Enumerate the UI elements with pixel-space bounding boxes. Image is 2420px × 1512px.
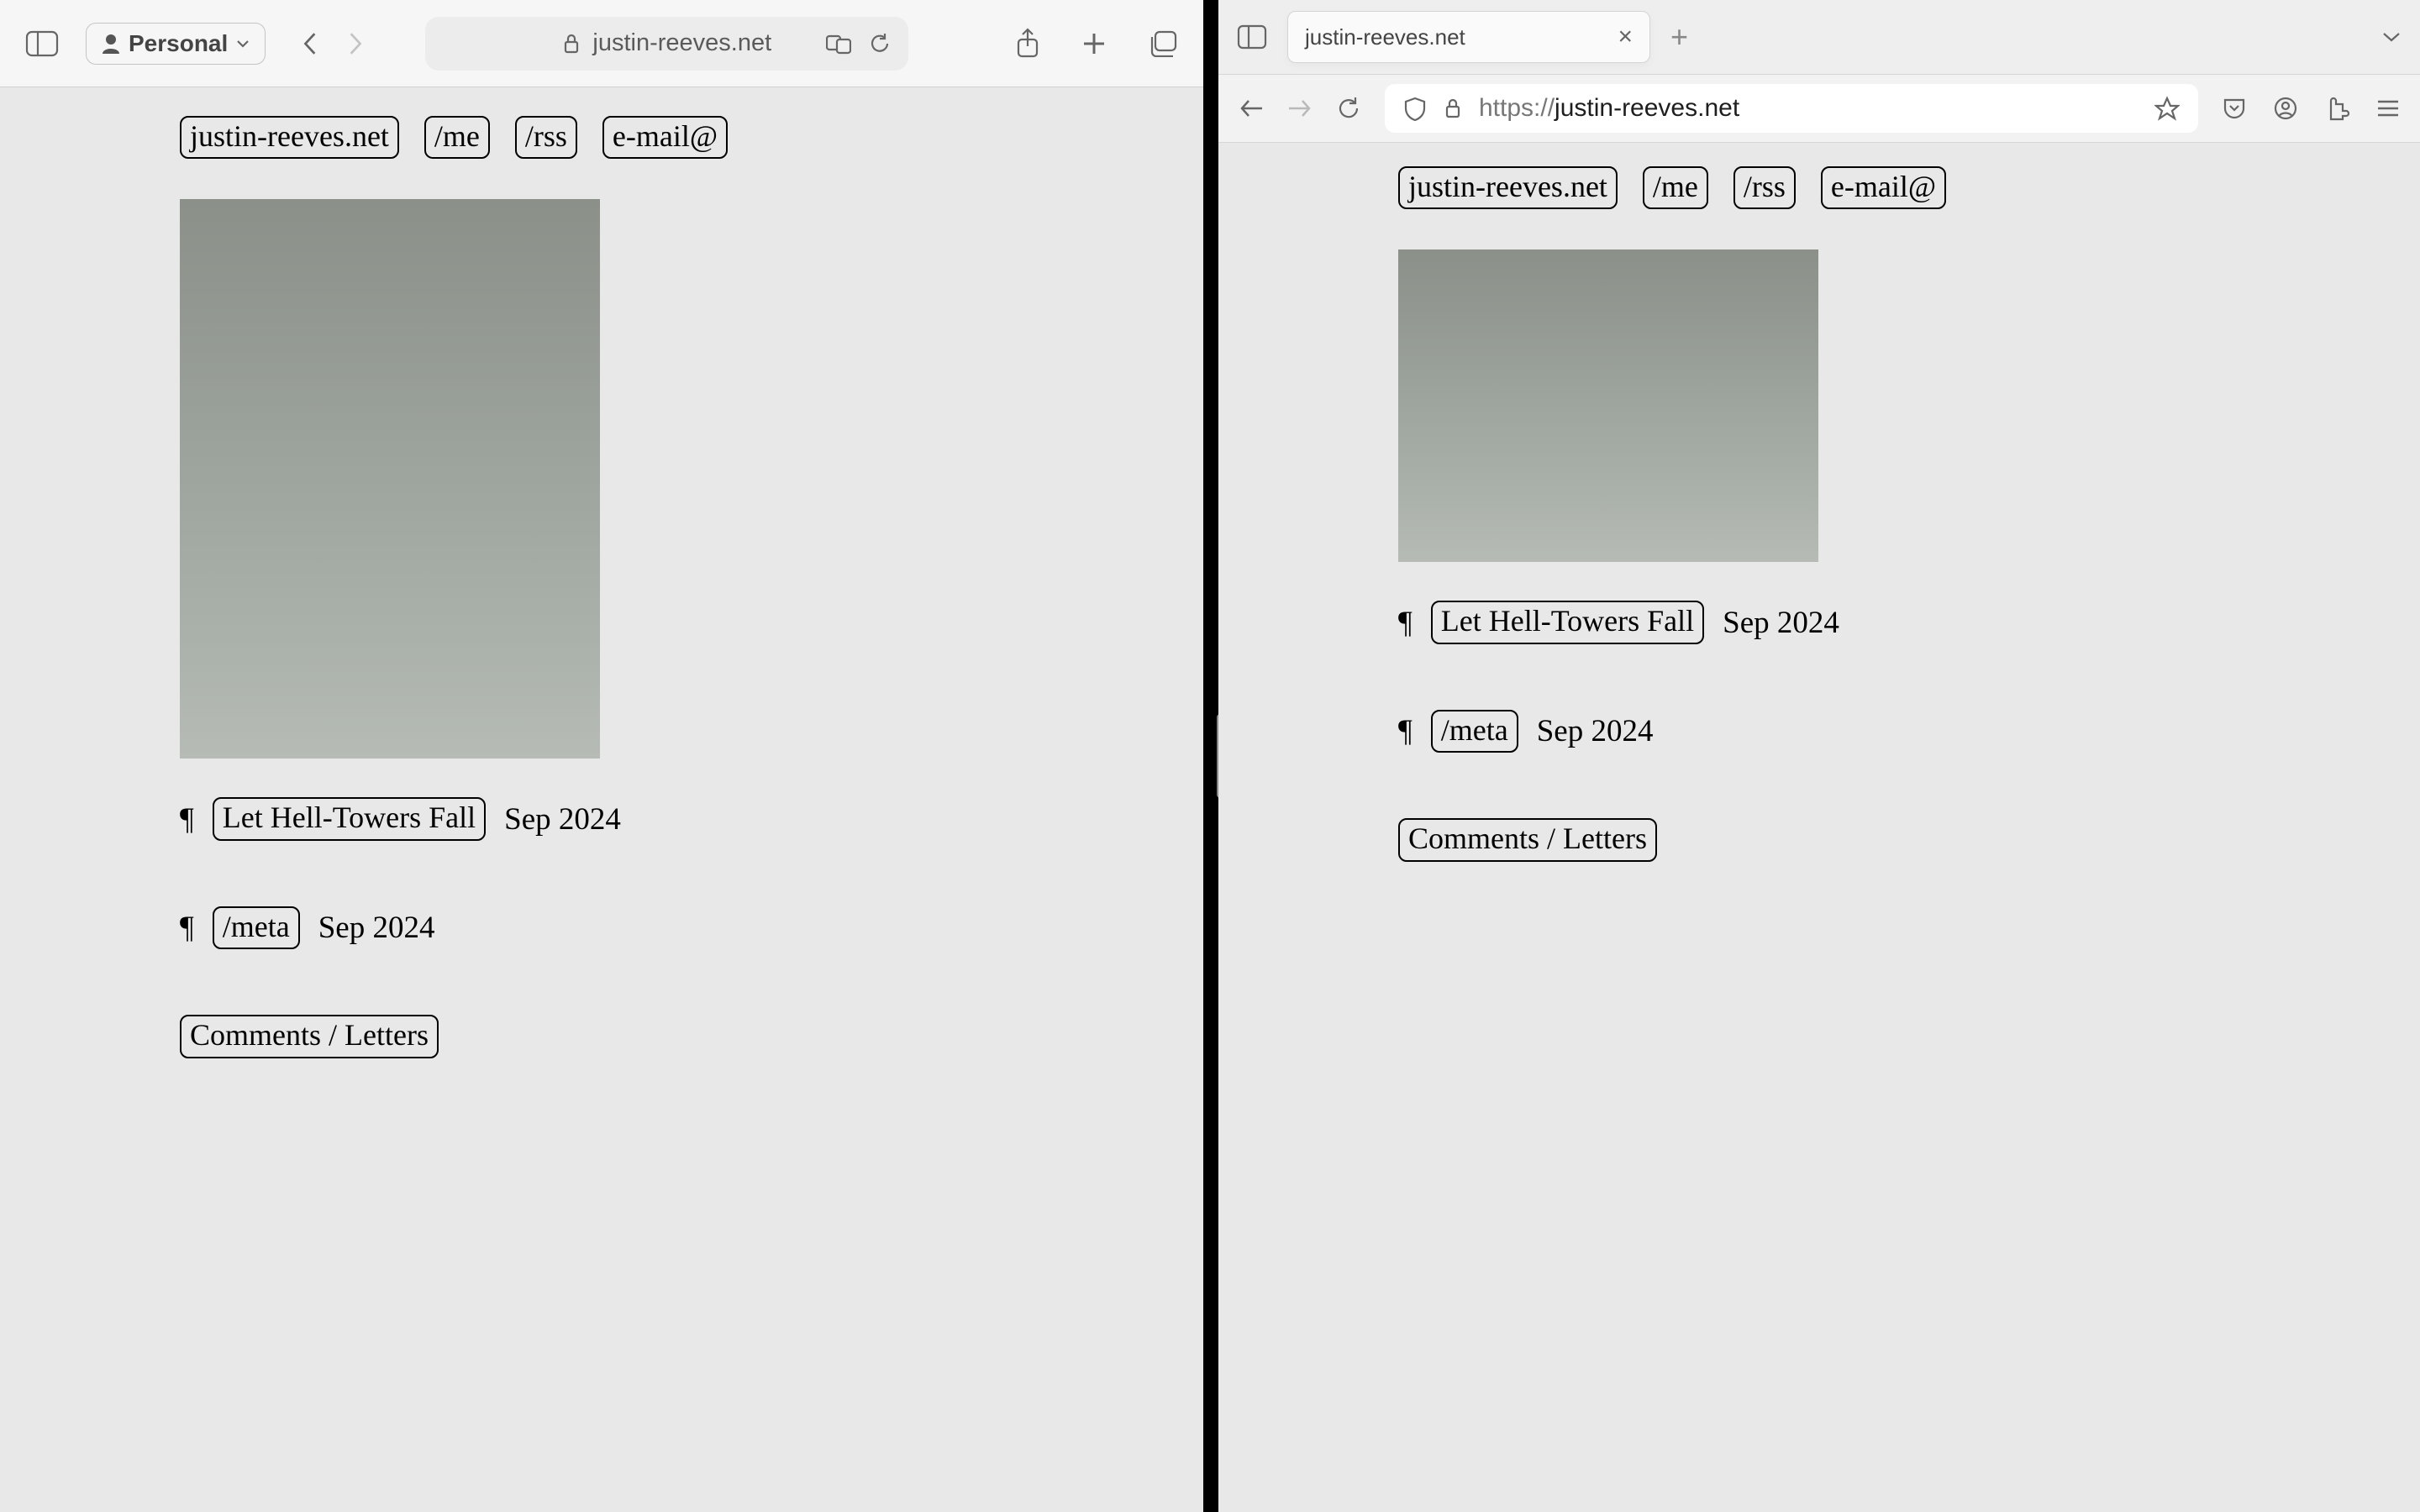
pilcrow-icon: ¶	[1398, 605, 1413, 641]
sidebar-toggle-icon[interactable]	[1237, 24, 1267, 50]
pilcrow-icon: ¶	[180, 801, 194, 837]
new-tab-icon[interactable]	[1081, 30, 1107, 57]
lock-icon	[1444, 97, 1462, 119]
nav-link-me[interactable]: /me	[1643, 166, 1708, 209]
safari-toolbar: Personal justin-reeves.net	[0, 0, 1203, 87]
browser-tab[interactable]: justin-reeves.net ×	[1287, 11, 1650, 63]
reload-icon[interactable]	[1336, 96, 1361, 121]
post-date: Sep 2024	[504, 801, 621, 837]
post-date: Sep 2024	[1537, 713, 1654, 749]
account-icon[interactable]	[2274, 97, 2297, 120]
hero-image	[1398, 249, 1818, 562]
share-icon[interactable]	[1015, 28, 1040, 60]
shield-icon	[1403, 96, 1427, 121]
comments-link[interactable]: Comments / Letters	[1398, 818, 1657, 861]
new-tab-button[interactable]: +	[1670, 19, 1688, 55]
post-entry: ¶ Let Hell-Towers Fall Sep 2024	[180, 797, 1180, 840]
forward-button[interactable]	[348, 30, 365, 57]
profile-selector[interactable]: Personal	[86, 23, 266, 65]
safari-window: Personal justin-reeves.net	[0, 0, 1203, 1512]
pilcrow-icon: ¶	[1398, 713, 1413, 749]
nav-link-home[interactable]: justin-reeves.net	[1398, 166, 1618, 209]
comments-link[interactable]: Comments / Letters	[180, 1015, 439, 1058]
pocket-icon[interactable]	[2222, 97, 2247, 120]
bookmark-star-icon[interactable]	[2154, 96, 2180, 121]
post-link[interactable]: Let Hell-Towers Fall	[213, 797, 486, 840]
translate-icon[interactable]	[826, 33, 851, 55]
tab-title: justin-reeves.net	[1305, 24, 1465, 50]
nav-link-email[interactable]: e-mail@	[602, 116, 728, 159]
forward-button[interactable]	[1287, 97, 1313, 119]
page-content-safari: justin-reeves.net /me /rss e-mail@ ¶ Let…	[0, 87, 1203, 1058]
firefox-window: justin-reeves.net × + https://justin-ree…	[1218, 0, 2420, 1512]
sidebar-toggle-icon[interactable]	[25, 30, 59, 57]
post-date: Sep 2024	[1723, 605, 1839, 641]
firefox-url-bar[interactable]: https://justin-reeves.net	[1385, 84, 2198, 133]
reload-icon[interactable]	[868, 32, 892, 55]
post-link[interactable]: /meta	[213, 906, 300, 949]
profile-label: Personal	[129, 30, 228, 57]
url-text: justin-reeves.net	[592, 29, 771, 57]
post-entry: ¶ /meta Sep 2024	[1398, 710, 2396, 753]
tabs-overview-icon[interactable]	[1148, 30, 1178, 57]
close-tab-icon[interactable]: ×	[1618, 23, 1633, 51]
post-entry: ¶ Let Hell-Towers Fall Sep 2024	[1398, 601, 2396, 643]
back-button[interactable]	[1239, 97, 1264, 119]
site-nav: justin-reeves.net /me /rss e-mail@	[1398, 166, 2396, 209]
post-entry: ¶ /meta Sep 2024	[180, 906, 1180, 949]
safari-url-bar[interactable]: justin-reeves.net	[425, 17, 908, 71]
extensions-icon[interactable]	[2324, 96, 2349, 121]
back-button[interactable]	[301, 30, 318, 57]
nav-link-me[interactable]: /me	[424, 116, 490, 159]
page-content-firefox: justin-reeves.net /me /rss e-mail@ ¶ Let…	[1218, 143, 2420, 862]
site-nav: justin-reeves.net /me /rss e-mail@	[180, 116, 1180, 159]
menu-icon[interactable]	[2376, 98, 2400, 118]
post-link[interactable]: Let Hell-Towers Fall	[1431, 601, 1704, 643]
split-divider[interactable]	[1203, 0, 1218, 1512]
chevron-down-icon	[236, 39, 250, 49]
post-date: Sep 2024	[318, 910, 435, 946]
tabs-dropdown-icon[interactable]	[2381, 30, 2402, 44]
nav-link-rss[interactable]: /rss	[515, 116, 577, 159]
nav-link-rss[interactable]: /rss	[1733, 166, 1796, 209]
url-text: https://justin-reeves.net	[1479, 94, 1739, 123]
lock-icon	[562, 33, 581, 55]
nav-link-email[interactable]: e-mail@	[1821, 166, 1946, 209]
post-link[interactable]: /meta	[1431, 710, 1518, 753]
nav-link-home[interactable]: justin-reeves.net	[180, 116, 399, 159]
firefox-toolbar: https://justin-reeves.net	[1218, 74, 2420, 143]
hero-image	[180, 199, 600, 759]
firefox-tabstrip: justin-reeves.net × +	[1218, 0, 2420, 74]
pilcrow-icon: ¶	[180, 910, 194, 946]
